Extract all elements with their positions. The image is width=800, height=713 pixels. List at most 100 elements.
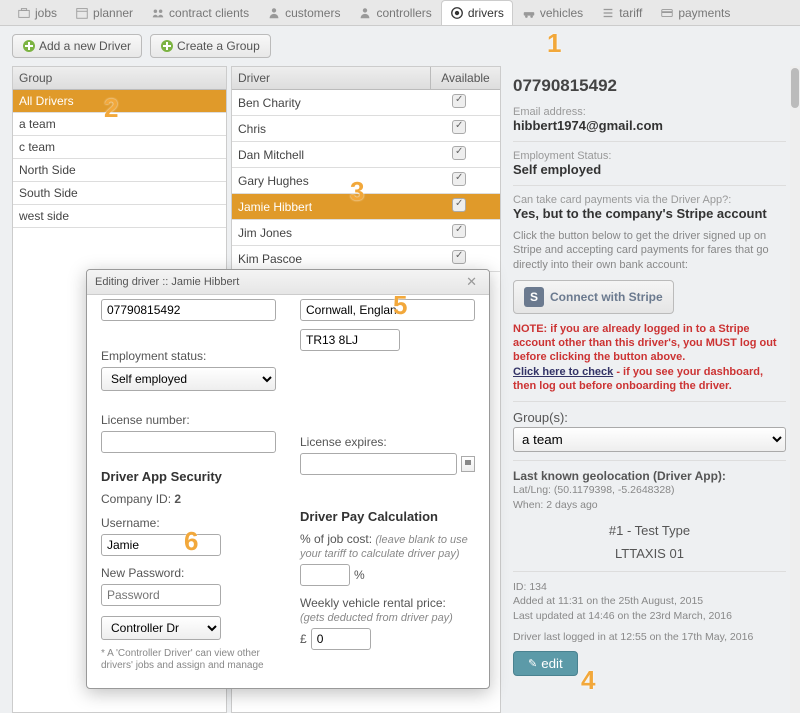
driver-row[interactable]: Ben Charity [232, 90, 500, 116]
tab-label: jobs [35, 6, 57, 20]
driver-name: Ben Charity [238, 96, 424, 110]
addr1-input[interactable] [300, 299, 475, 321]
stripe-intro: Click the button below to get the driver… [513, 229, 786, 272]
create-group-button[interactable]: Create a Group [150, 34, 271, 58]
driver-row[interactable]: Jamie Hibbert [232, 194, 500, 220]
tab-label: customers [285, 6, 340, 20]
available-checkbox[interactable] [424, 172, 494, 189]
license-exp-input[interactable] [300, 453, 457, 475]
tab-label: controllers [376, 6, 431, 20]
license-input[interactable] [101, 431, 276, 453]
driver-name: Jamie Hibbert [238, 200, 424, 214]
group-row[interactable]: North Side [13, 159, 226, 182]
available-checkbox[interactable] [424, 250, 494, 267]
connect-stripe-button[interactable]: SConnect with Stripe [513, 280, 674, 314]
scrollbar[interactable] [790, 66, 800, 713]
top-nav: jobs planner contract clients customers … [0, 0, 800, 26]
tab-jobs[interactable]: jobs [8, 0, 66, 25]
password-input[interactable] [101, 584, 221, 606]
close-icon[interactable]: ✕ [462, 274, 481, 290]
controller-icon [358, 6, 372, 20]
plus-icon [161, 40, 173, 52]
button-label: Create a Group [177, 39, 260, 53]
rental-unit: £ [300, 632, 307, 646]
driver-row[interactable]: Gary Hughes [232, 168, 500, 194]
group-list: All Driversa teamc teamNorth SideSouth S… [13, 90, 226, 228]
role-footnote: * A 'Controller Driver' can view other d… [101, 648, 276, 672]
tab-vehicles[interactable]: vehicles [513, 0, 592, 25]
geo-label: Last known geolocation (Driver App): [513, 469, 786, 483]
driver-row[interactable]: Jim Jones [232, 220, 500, 246]
available-checkbox[interactable] [424, 146, 494, 163]
groups-label: Group(s): [513, 410, 786, 425]
geo-when: When: 2 days ago [513, 498, 786, 513]
customers-icon [267, 6, 281, 20]
pencil-icon: ✎ [528, 657, 537, 670]
button-label: edit [541, 656, 563, 671]
driver-row[interactable]: Chris [232, 116, 500, 142]
company-id-value: 2 [174, 492, 181, 506]
driver-phone-heading: 07790815492 [513, 76, 786, 96]
tab-label: payments [678, 6, 730, 20]
email-value: hibbert1974@gmail.com [513, 118, 786, 133]
company-id-label: Company ID: [101, 492, 171, 506]
available-checkbox[interactable] [424, 224, 494, 241]
available-checkbox[interactable] [424, 94, 494, 111]
emp-status-select[interactable]: Self employed [101, 367, 276, 391]
available-checkbox[interactable] [424, 120, 494, 137]
tab-customers[interactable]: customers [258, 0, 349, 25]
available-checkbox[interactable] [424, 198, 494, 215]
license-label: License number: [101, 413, 276, 427]
users-icon [151, 6, 165, 20]
calendar-icon[interactable] [461, 456, 475, 472]
rental-label: Weekly vehicle rental price: [300, 596, 446, 610]
calendar-icon [75, 6, 89, 20]
updated-line: Last updated at 14:46 on the 23rd March,… [513, 609, 786, 624]
driver-name: Jim Jones [238, 226, 424, 240]
tab-label: drivers [468, 6, 504, 20]
tab-drivers[interactable]: drivers [441, 0, 513, 25]
list-icon [601, 6, 615, 20]
geo-value: Lat/Lng: (50.1179398, -5.2648328) [513, 483, 786, 498]
group-row[interactable]: west side [13, 205, 226, 228]
rental-input[interactable] [311, 628, 371, 650]
briefcase-icon [17, 6, 31, 20]
pct-input[interactable] [300, 564, 350, 586]
emp-status-label: Employment Status: [513, 150, 786, 162]
group-row[interactable]: c team [13, 136, 226, 159]
tab-label: tariff [619, 6, 642, 20]
role-select[interactable]: Controller Dr [101, 616, 221, 640]
driver-details: 07790815492 Email address: hibbert1974@g… [501, 66, 800, 713]
phone-input[interactable] [101, 299, 276, 321]
button-label: Add a new Driver [39, 39, 131, 53]
driver-name: Chris [238, 122, 424, 136]
edit-driver-modal: Editing driver :: Jamie Hibbert ✕ Employ… [86, 269, 490, 689]
group-row[interactable]: All Drivers [13, 90, 226, 113]
driver-name: Kim Pascoe [238, 252, 424, 266]
driver-row[interactable]: Dan Mitchell [232, 142, 500, 168]
group-row[interactable]: a team [13, 113, 226, 136]
tab-tariff[interactable]: tariff [592, 0, 651, 25]
username-input[interactable] [101, 534, 221, 556]
stripe-warning: NOTE: if you are already logged in to a … [513, 322, 786, 393]
tab-payments[interactable]: payments [651, 0, 739, 25]
groups-select[interactable]: a team [513, 427, 786, 452]
toolbar: Add a new Driver Create a Group [0, 26, 800, 66]
lastlogin-line: Driver last logged in at 12:55 on the 17… [513, 630, 786, 645]
edit-button[interactable]: ✎ edit [513, 651, 578, 676]
tab-contract-clients[interactable]: contract clients [142, 0, 258, 25]
tab-planner[interactable]: planner [66, 0, 142, 25]
button-label: Connect with Stripe [550, 290, 663, 304]
card-answer: Yes, but to the company's Stripe account [513, 206, 786, 221]
check-stripe-link[interactable]: Click here to check [513, 366, 613, 378]
group-row[interactable]: South Side [13, 182, 226, 205]
card-icon [660, 6, 674, 20]
license-exp-label: License expires: [300, 435, 475, 449]
available-header: Available [430, 67, 500, 90]
tab-controllers[interactable]: controllers [349, 0, 440, 25]
pct-unit: % [354, 568, 365, 582]
addr2-input[interactable] [300, 329, 400, 351]
add-driver-button[interactable]: Add a new Driver [12, 34, 142, 58]
tab-label: vehicles [540, 6, 583, 20]
card-question: Can take card payments via the Driver Ap… [513, 194, 786, 206]
